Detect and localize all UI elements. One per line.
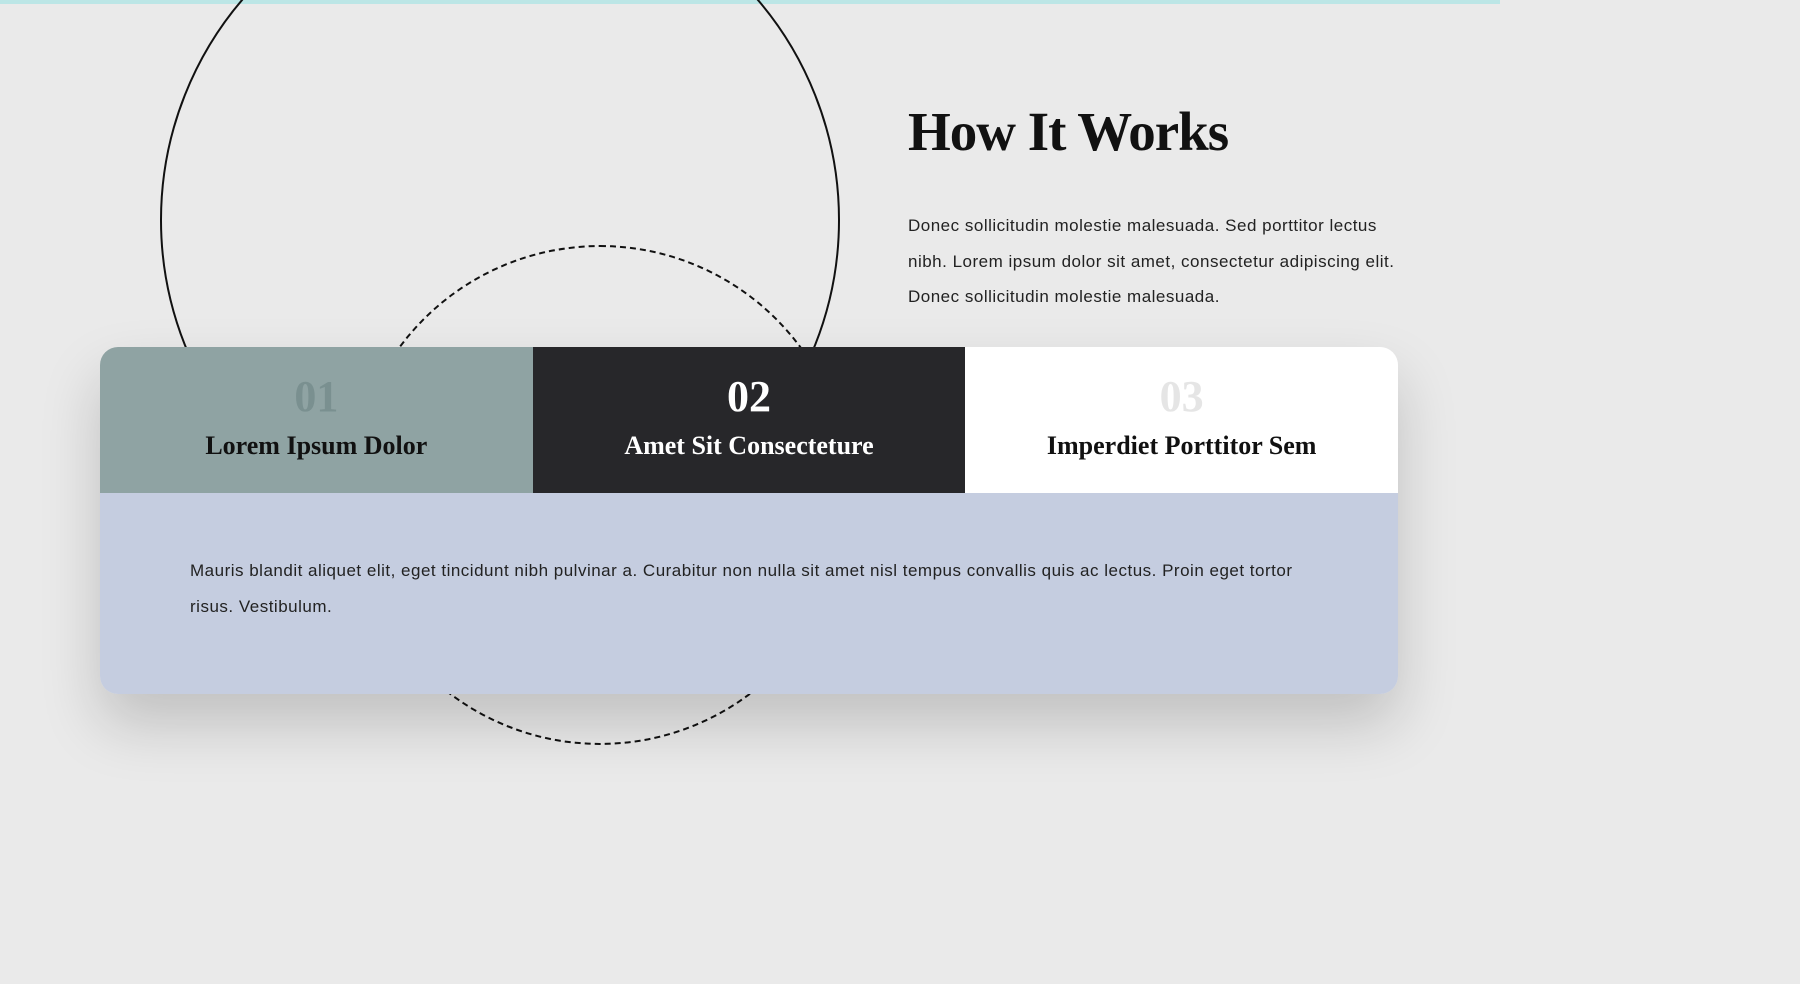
section-title: How It Works: [908, 100, 1408, 163]
heading-block: How It Works Donec sollicitudin molestie…: [908, 100, 1408, 315]
tab-step-3[interactable]: 03 Imperdiet Porttitor Sem: [965, 347, 1398, 493]
tabs-row: 01 Lorem Ipsum Dolor 02 Amet Sit Consect…: [100, 347, 1398, 493]
section-description: Donec sollicitudin molestie malesuada. S…: [908, 208, 1408, 315]
tab-title: Lorem Ipsum Dolor: [110, 431, 523, 461]
tab-step-2[interactable]: 02 Amet Sit Consecteture: [533, 347, 966, 493]
tab-content-panel: Mauris blandit aliquet elit, eget tincid…: [100, 493, 1398, 694]
tab-title: Imperdiet Porttitor Sem: [975, 431, 1388, 461]
tab-number: 01: [110, 375, 523, 419]
tab-title: Amet Sit Consecteture: [543, 431, 956, 461]
tab-content-text: Mauris blandit aliquet elit, eget tincid…: [190, 553, 1308, 624]
how-it-works-card: 01 Lorem Ipsum Dolor 02 Amet Sit Consect…: [100, 347, 1398, 694]
tab-number: 03: [975, 375, 1388, 419]
tab-number: 02: [543, 375, 956, 419]
tab-step-1[interactable]: 01 Lorem Ipsum Dolor: [100, 347, 533, 493]
